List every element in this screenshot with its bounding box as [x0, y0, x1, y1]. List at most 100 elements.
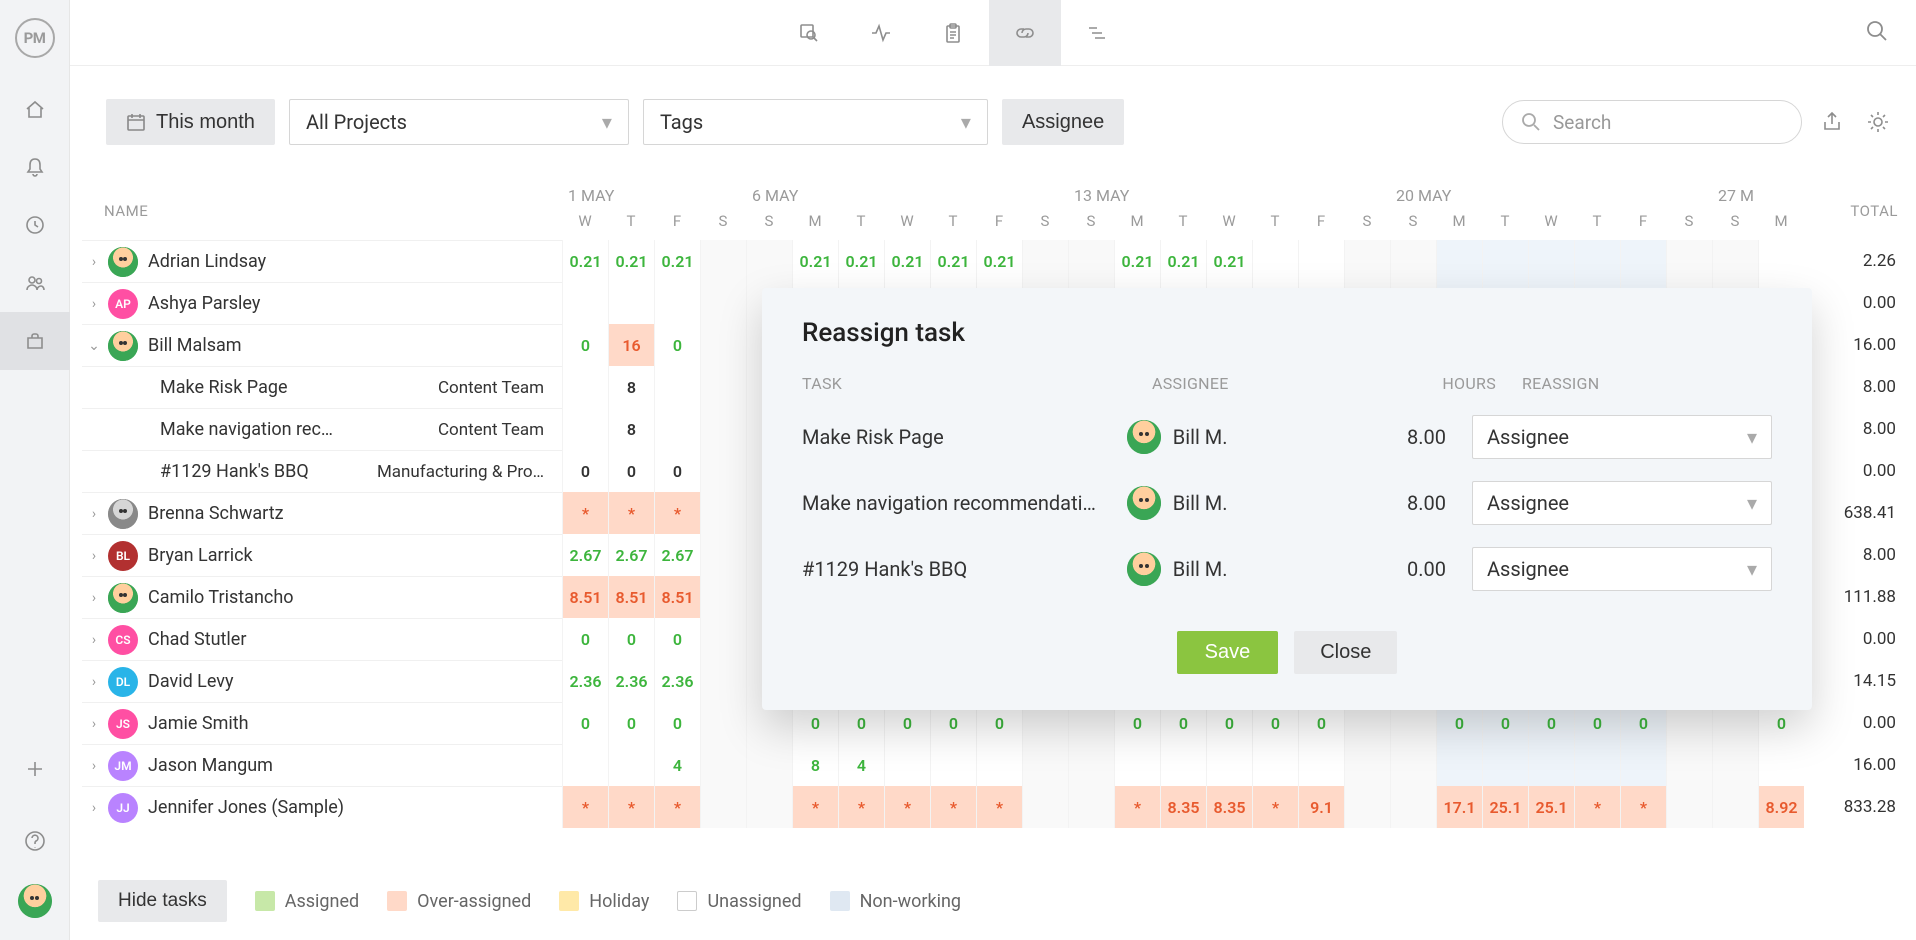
person-row[interactable]: ›APAshya Parsley [82, 282, 562, 324]
search-input[interactable]: Search [1502, 100, 1802, 144]
workload-cell[interactable]: 9.1 [1298, 786, 1344, 828]
workload-cell[interactable]: 0 [654, 618, 700, 660]
nav-home[interactable] [0, 80, 70, 138]
workload-cell[interactable] [1712, 786, 1758, 828]
person-row[interactable]: ›Adrian Lindsay [82, 240, 562, 282]
workload-cell[interactable]: * [930, 786, 976, 828]
workload-cell[interactable]: 0.21 [792, 240, 838, 282]
projects-dropdown[interactable]: All Projects▾ [289, 99, 629, 145]
expand-toggle[interactable]: › [82, 674, 106, 690]
nav-notifications[interactable] [0, 138, 70, 196]
global-search-icon[interactable] [1864, 18, 1890, 48]
workload-cell[interactable] [700, 744, 746, 786]
workload-cell[interactable] [1666, 786, 1712, 828]
workload-cell[interactable]: 2.36 [562, 660, 608, 702]
workload-cell[interactable]: 0.21 [1206, 240, 1252, 282]
workload-cell[interactable] [1712, 240, 1758, 282]
workload-cell[interactable]: 0 [654, 702, 700, 744]
workload-cell[interactable] [700, 240, 746, 282]
workload-cell[interactable] [562, 408, 608, 450]
workload-cell[interactable] [1390, 744, 1436, 786]
nav-help[interactable] [0, 812, 70, 870]
workload-cell[interactable] [1574, 744, 1620, 786]
workload-cell[interactable]: 0.21 [1114, 240, 1160, 282]
workload-cell[interactable]: 0.21 [654, 240, 700, 282]
expand-toggle[interactable]: › [82, 716, 106, 732]
expand-toggle[interactable]: › [82, 632, 106, 648]
workload-cell[interactable] [1528, 240, 1574, 282]
tags-dropdown[interactable]: Tags▾ [643, 99, 988, 145]
workload-cell[interactable] [976, 744, 1022, 786]
workload-cell[interactable]: 25.1 [1482, 786, 1528, 828]
task-row[interactable]: #1129 Hank's BBQManufacturing & Pro… [82, 450, 562, 492]
workload-cell[interactable]: 2.67 [562, 534, 608, 576]
workload-cell[interactable]: 4 [838, 744, 884, 786]
workload-cell[interactable] [1436, 744, 1482, 786]
workload-cell[interactable] [1620, 744, 1666, 786]
workload-cell[interactable] [1482, 240, 1528, 282]
nav-add[interactable] [0, 740, 70, 798]
workload-cell[interactable] [700, 576, 746, 618]
person-row[interactable]: ›DLDavid Levy [82, 660, 562, 702]
expand-toggle[interactable]: › [82, 758, 106, 774]
expand-toggle[interactable]: › [82, 548, 106, 564]
workload-cell[interactable] [608, 282, 654, 324]
workload-cell[interactable]: 16 [608, 324, 654, 366]
workload-cell[interactable] [1206, 744, 1252, 786]
person-row[interactable]: ›Brenna Schwartz [82, 492, 562, 534]
expand-toggle[interactable]: › [82, 800, 106, 816]
workload-cell[interactable] [1022, 744, 1068, 786]
workload-cell[interactable]: 2.67 [608, 534, 654, 576]
workload-cell[interactable]: * [792, 786, 838, 828]
workload-cell[interactable] [1344, 240, 1390, 282]
workload-cell[interactable] [884, 744, 930, 786]
workload-cell[interactable] [746, 786, 792, 828]
workload-cell[interactable]: 4 [654, 744, 700, 786]
expand-toggle[interactable]: › [82, 590, 106, 606]
workload-cell[interactable]: 0.21 [884, 240, 930, 282]
workload-cell[interactable]: * [1252, 786, 1298, 828]
workload-cell[interactable] [700, 450, 746, 492]
workload-cell[interactable]: 8.51 [654, 576, 700, 618]
workload-cell[interactable]: 0.21 [562, 240, 608, 282]
current-user-avatar[interactable] [18, 884, 52, 918]
workload-cell[interactable] [700, 408, 746, 450]
task-row[interactable]: Make navigation rec…Content Team [82, 408, 562, 450]
person-row[interactable]: ›JJJennifer Jones (Sample) [82, 786, 562, 828]
workload-cell[interactable]: 2.36 [654, 660, 700, 702]
workload-cell[interactable]: 8.35 [1206, 786, 1252, 828]
workload-cell[interactable] [1666, 240, 1712, 282]
workload-cell[interactable] [1068, 240, 1114, 282]
workload-cell[interactable] [562, 366, 608, 408]
reassign-dropdown[interactable]: Assignee▾ [1472, 415, 1772, 459]
workload-cell[interactable] [1528, 744, 1574, 786]
workload-cell[interactable] [562, 282, 608, 324]
workload-cell[interactable] [654, 366, 700, 408]
workload-cell[interactable]: 0 [608, 618, 654, 660]
workload-cell[interactable]: 2.67 [654, 534, 700, 576]
workload-cell[interactable]: 0 [562, 618, 608, 660]
view-activity-icon[interactable] [845, 0, 917, 66]
workload-cell[interactable] [700, 282, 746, 324]
workload-cell[interactable] [700, 660, 746, 702]
workload-cell[interactable] [1298, 744, 1344, 786]
expand-toggle[interactable]: › [82, 506, 106, 522]
export-icon[interactable] [1816, 106, 1848, 138]
workload-cell[interactable]: 8.51 [562, 576, 608, 618]
workload-cell[interactable]: 0.21 [838, 240, 884, 282]
workload-cell[interactable]: 0.21 [1160, 240, 1206, 282]
date-range-button[interactable]: This month [106, 99, 275, 145]
workload-cell[interactable] [1390, 240, 1436, 282]
workload-cell[interactable]: * [1114, 786, 1160, 828]
workload-cell[interactable]: * [608, 492, 654, 534]
person-row[interactable]: ›CSChad Stutler [82, 618, 562, 660]
workload-cell[interactable] [1022, 240, 1068, 282]
workload-cell[interactable]: 0 [562, 450, 608, 492]
workload-cell[interactable]: 8 [608, 366, 654, 408]
workload-cell[interactable] [1574, 240, 1620, 282]
assignee-filter-button[interactable]: Assignee [1002, 99, 1124, 145]
workload-cell[interactable] [1390, 786, 1436, 828]
view-zoom-icon[interactable] [773, 0, 845, 66]
workload-cell[interactable] [700, 492, 746, 534]
close-button[interactable]: Close [1294, 631, 1397, 674]
